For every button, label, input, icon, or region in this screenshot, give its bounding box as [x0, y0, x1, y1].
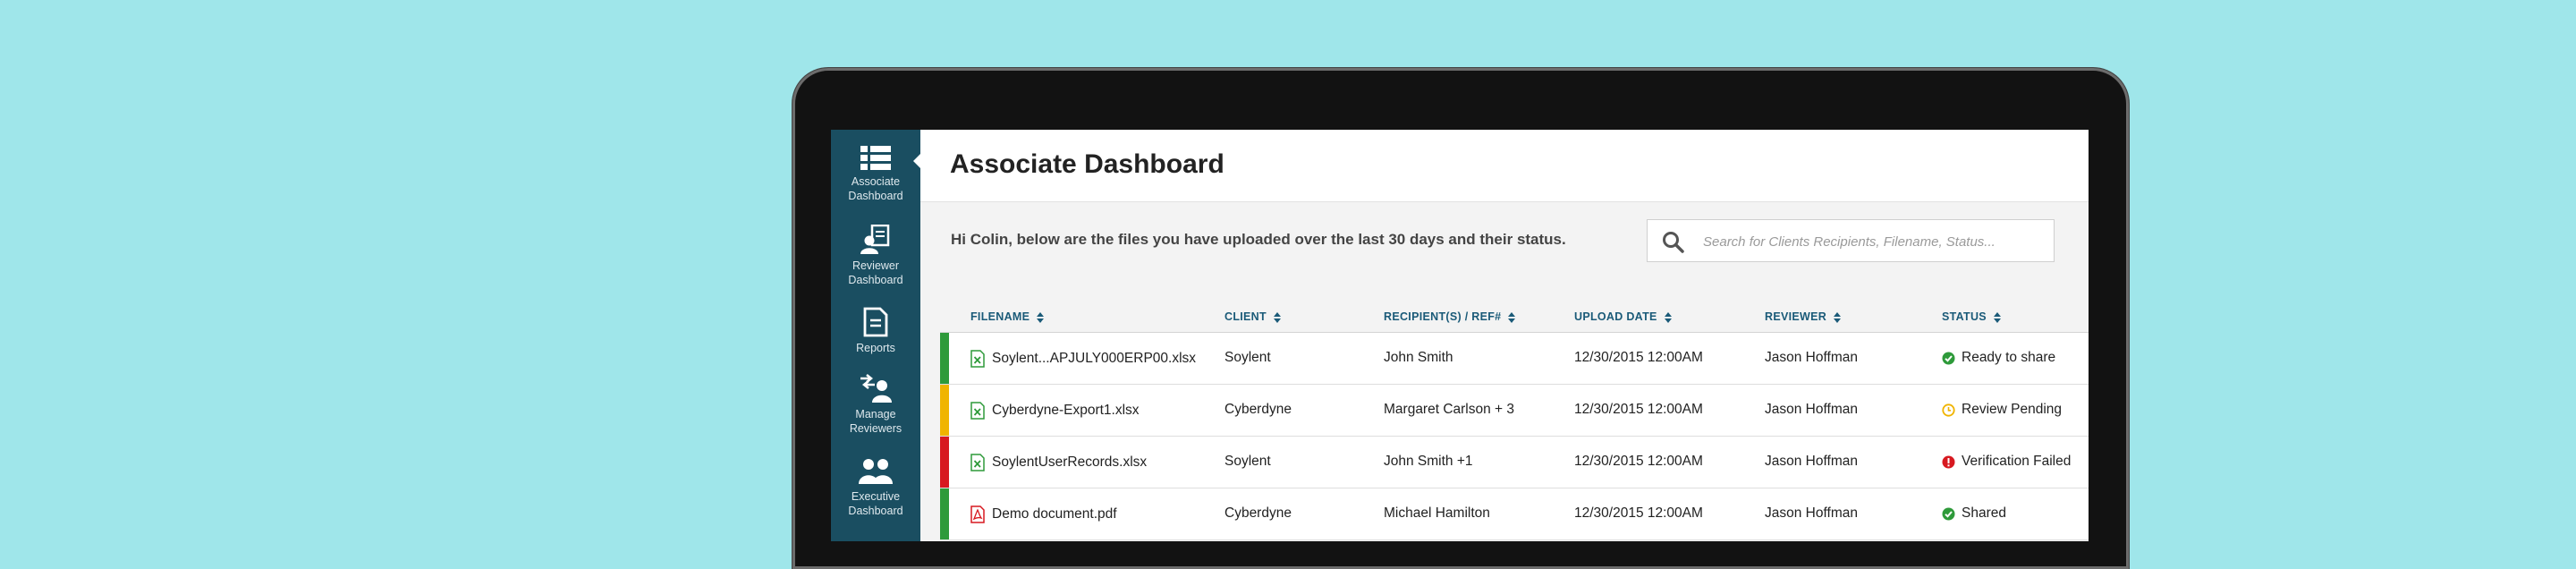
reviewer-cell: Jason Hoffman	[1765, 350, 1858, 365]
pdf-file-icon	[970, 505, 985, 523]
files-table: FILENAME CLIENT RECIPIENT(S) / REF# UPLO…	[940, 300, 2089, 540]
table-row[interactable]: Cyberdyne-Export1.xlsx Cyberdyne Margare…	[940, 385, 2089, 437]
upload-date-cell: 12/30/2015 12:00AM	[1574, 454, 1703, 469]
reviewer-cell: Jason Hoffman	[1765, 454, 1858, 469]
page-header: Associate Dashboard	[920, 130, 2089, 202]
sidebar-item-label: Reports	[856, 342, 895, 354]
excel-file-icon	[970, 454, 985, 471]
table-row[interactable]: SoylentUserRecords.xlsx Soylent John Smi…	[940, 437, 2089, 488]
recipients-cell: Margaret Carlson + 3	[1384, 402, 1515, 417]
list-icon	[860, 146, 891, 170]
status-cell: Verification Failed	[1942, 454, 2071, 470]
column-header-recipients[interactable]: RECIPIENT(S) / REF#	[1384, 310, 1516, 323]
column-header-reviewer[interactable]: REVIEWER	[1765, 310, 1842, 323]
status-color-bar	[940, 385, 949, 436]
filename-text: SoylentUserRecords.xlsx	[992, 454, 1148, 470]
sort-icon	[1664, 311, 1672, 323]
sidebar-item-label: Reviewer Dashboard	[848, 259, 903, 286]
status-color-bar	[940, 437, 949, 488]
filename-cell[interactable]: Soylent...APJULY000ERP00.xlsx	[970, 350, 1196, 368]
table-row[interactable]: Demo document.pdf Cyberdyne Michael Hami…	[940, 488, 2089, 540]
column-header-filename[interactable]: FILENAME	[970, 310, 1045, 323]
filename-cell[interactable]: Cyberdyne-Export1.xlsx	[970, 402, 1140, 420]
executive-icon	[859, 459, 893, 484]
status-text: Ready to share	[1962, 350, 2056, 365]
column-header-client[interactable]: CLIENT	[1224, 310, 1281, 323]
sort-icon	[1508, 311, 1516, 323]
search-input[interactable]	[1701, 227, 2045, 256]
page-title: Associate Dashboard	[950, 149, 1224, 179]
sidebar-item-reviewer-dashboard[interactable]: Reviewer Dashboard	[831, 225, 920, 287]
upload-date-cell: 12/30/2015 12:00AM	[1574, 505, 1703, 521]
check-circle-icon	[1942, 507, 1955, 520]
client-cell: Soylent	[1224, 454, 1271, 469]
sort-icon	[1993, 311, 2001, 323]
client-cell: Soylent	[1224, 350, 1271, 365]
status-text: Review Pending	[1962, 402, 2063, 417]
sidebar-item-label: Manage Reviewers	[849, 408, 902, 435]
recipients-cell: John Smith	[1384, 350, 1453, 365]
filename-cell[interactable]: Demo document.pdf	[970, 505, 1117, 523]
table-body: Soylent...APJULY000ERP00.xlsx Soylent Jo…	[940, 333, 2089, 540]
sidebar-item-associate-dashboard[interactable]: Associate Dashboard	[831, 144, 920, 203]
sidebar-item-label: Executive Dashboard	[848, 490, 903, 517]
reviewer-cell: Jason Hoffman	[1765, 505, 1858, 521]
filename-text: Soylent...APJULY000ERP00.xlsx	[992, 351, 1197, 366]
app-screen: Associate Dashboard Reviewer Dashboard R…	[831, 130, 2089, 541]
status-color-bar	[940, 333, 949, 384]
status-cell: Review Pending	[1942, 402, 2062, 418]
table-header: FILENAME CLIENT RECIPIENT(S) / REF# UPLO…	[940, 300, 2089, 333]
excel-file-icon	[970, 402, 985, 420]
clock-icon	[1942, 403, 1955, 417]
sort-icon	[1273, 311, 1281, 323]
sidebar-item-executive-dashboard[interactable]: Executive Dashboard	[831, 457, 920, 518]
report-icon	[863, 307, 888, 337]
check-circle-icon	[1942, 352, 1955, 364]
sidebar-item-manage-reviewers[interactable]: Manage Reviewers	[831, 373, 920, 436]
greeting-text: Hi Colin, below are the files you have u…	[951, 231, 1566, 248]
sidebar-item-label: Associate Dashboard	[848, 175, 903, 202]
excel-file-icon	[970, 350, 985, 368]
column-header-upload-date[interactable]: UPLOAD DATE	[1574, 310, 1672, 323]
main-content: Associate Dashboard Hi Colin, below are …	[920, 130, 2089, 541]
table-row[interactable]: Soylent...APJULY000ERP00.xlsx Soylent Jo…	[940, 333, 2089, 385]
sort-icon	[1037, 311, 1045, 323]
search-icon	[1663, 232, 1684, 253]
sidebar-item-reports[interactable]: Reports	[831, 307, 920, 355]
search-box[interactable]	[1647, 219, 2055, 262]
status-text: Verification Failed	[1962, 454, 2072, 469]
upload-date-cell: 12/30/2015 12:00AM	[1574, 402, 1703, 417]
upload-date-cell: 12/30/2015 12:00AM	[1574, 350, 1703, 365]
sidebar: Associate Dashboard Reviewer Dashboard R…	[831, 130, 921, 541]
reviewer-icon	[860, 225, 890, 254]
reviewer-cell: Jason Hoffman	[1765, 402, 1858, 417]
client-cell: Cyberdyne	[1224, 505, 1292, 521]
filename-cell[interactable]: SoylentUserRecords.xlsx	[970, 454, 1147, 471]
recipients-cell: Michael Hamilton	[1384, 505, 1490, 521]
alert-circle-icon	[1942, 455, 1955, 468]
filename-text: Cyberdyne-Export1.xlsx	[992, 403, 1140, 418]
column-header-status[interactable]: STATUS	[1942, 310, 2001, 323]
client-cell: Cyberdyne	[1224, 402, 1292, 417]
status-text: Shared	[1962, 505, 2006, 521]
recipients-cell: John Smith +1	[1384, 454, 1473, 469]
manage-reviewers-icon	[860, 374, 892, 403]
status-cell: Ready to share	[1942, 350, 2055, 366]
filename-text: Demo document.pdf	[992, 506, 1117, 522]
sort-icon	[1834, 311, 1842, 323]
status-color-bar	[940, 488, 949, 539]
status-cell: Shared	[1942, 505, 2006, 522]
